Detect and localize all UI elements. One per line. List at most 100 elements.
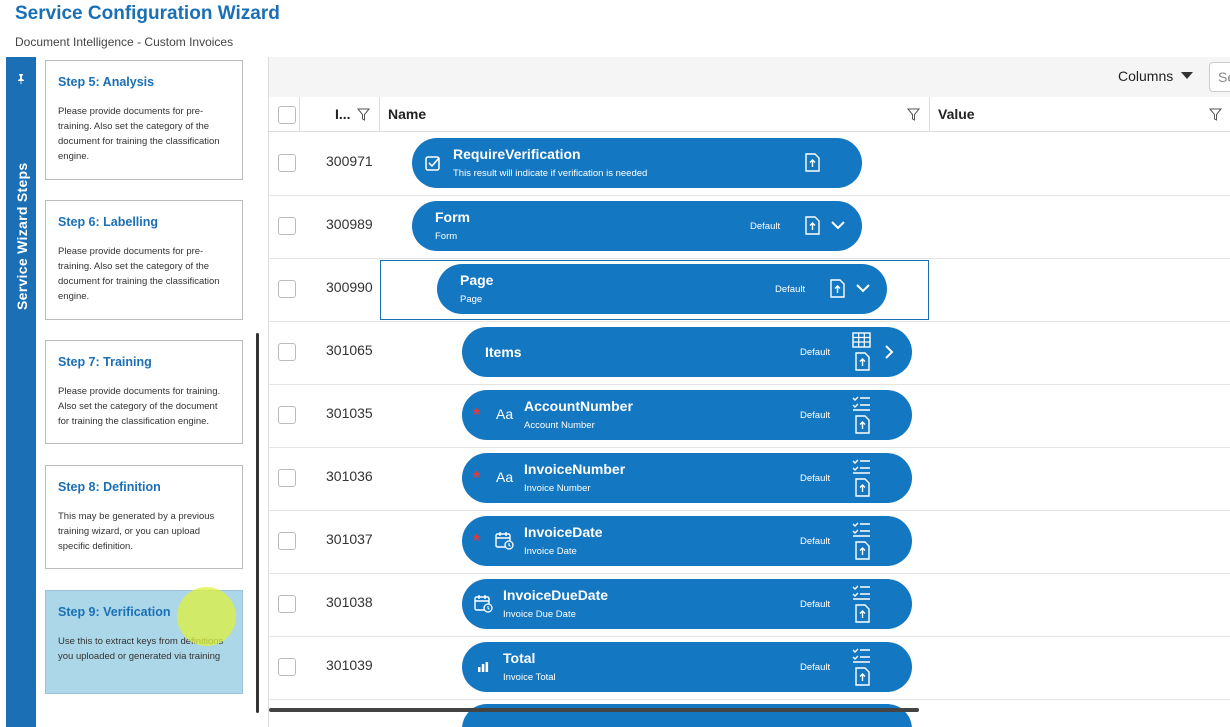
calendar-icon xyxy=(474,595,493,613)
default-label: Default xyxy=(775,284,806,295)
row-checkbox[interactable] xyxy=(278,217,296,235)
value-column-header[interactable]: Value xyxy=(938,106,975,122)
row-id: 301038 xyxy=(326,594,373,610)
upload-file-icon[interactable] xyxy=(855,604,870,623)
row-checkbox[interactable] xyxy=(278,154,296,172)
step-card-labelling[interactable]: Step 6: Labelling Please provide documen… xyxy=(45,200,243,320)
columns-button[interactable]: Columns xyxy=(1118,68,1194,84)
row-checkbox[interactable] xyxy=(278,343,296,361)
field-name: Total xyxy=(503,650,536,666)
row-id: 301036 xyxy=(326,468,373,484)
table-row[interactable]: 301065 Items Default xyxy=(269,321,1230,385)
upload-file-icon[interactable] xyxy=(805,216,820,235)
row-checkbox[interactable] xyxy=(278,280,296,298)
checklist-icon[interactable] xyxy=(852,521,871,538)
checklist-icon[interactable] xyxy=(852,647,871,664)
filter-icon[interactable] xyxy=(907,108,920,121)
step-description: Please provide documents for pre-trainin… xyxy=(58,106,220,162)
wizard-steps-tab[interactable]: Service Wizard Steps xyxy=(6,57,36,727)
chevron-down-icon[interactable] xyxy=(830,219,846,231)
filter-icon[interactable] xyxy=(1209,108,1222,121)
field-description: Invoice Number xyxy=(524,483,591,494)
filter-icon[interactable] xyxy=(357,108,370,121)
row-checkbox[interactable] xyxy=(278,469,296,487)
checklist-icon[interactable] xyxy=(852,584,871,601)
step-card-training[interactable]: Step 7: Training Please provide document… xyxy=(45,340,243,444)
field-description: Page xyxy=(460,294,483,305)
upload-file-icon[interactable] xyxy=(855,667,870,686)
table-row[interactable]: 301039 Total Invoice Total Default xyxy=(269,636,1230,700)
field-description: Account Number xyxy=(524,420,595,431)
table-row-selected[interactable]: 300990 Page Page Default xyxy=(269,258,1230,322)
field-pill[interactable]: RequireVerification This result will ind… xyxy=(412,138,862,188)
row-checkbox[interactable] xyxy=(278,406,296,424)
step-title: Step 7: Training xyxy=(58,355,152,369)
step-description: This may be generated by a previous trai… xyxy=(58,511,215,552)
field-pill[interactable]: * InvoiceDate Invoice Date Default xyxy=(462,516,912,566)
step-description: Please provide documents for training. A… xyxy=(58,386,221,427)
upload-file-icon[interactable] xyxy=(855,478,870,497)
field-pill[interactable]: Form Form Default xyxy=(412,201,862,251)
upload-file-icon[interactable] xyxy=(855,352,870,371)
caret-down-icon xyxy=(1181,72,1194,79)
name-column-header[interactable]: Name xyxy=(388,106,426,122)
chevron-right-icon[interactable] xyxy=(883,344,895,360)
pin-icon[interactable] xyxy=(15,72,27,84)
row-id: 300990 xyxy=(326,279,373,295)
search-input[interactable]: Se xyxy=(1209,62,1230,92)
steps-scrollbar[interactable] xyxy=(256,333,259,713)
row-id: 301065 xyxy=(326,342,373,358)
table-row[interactable]: 300971 RequireVerification This result w… xyxy=(269,132,1230,196)
default-label: Default xyxy=(800,347,831,358)
step-card-analysis[interactable]: Step 5: Analysis Please provide document… xyxy=(45,60,243,180)
columns-label: Columns xyxy=(1118,68,1174,84)
chevron-down-icon[interactable] xyxy=(855,282,871,294)
default-label: Default xyxy=(800,473,831,484)
wizard-subtitle: Document Intelligence - Custom Invoices xyxy=(15,35,234,49)
table-row[interactable]: 301038 InvoiceDueDate Invoice Due Date D… xyxy=(269,573,1230,637)
field-pill[interactable]: Items Default xyxy=(462,327,912,377)
row-id: 300989 xyxy=(326,216,373,232)
upload-file-icon[interactable] xyxy=(855,415,870,434)
row-id: 300971 xyxy=(326,153,373,169)
row-checkbox[interactable] xyxy=(278,532,296,550)
step-card-definition[interactable]: Step 8: Definition This may be generated… xyxy=(45,465,243,569)
row-checkbox[interactable] xyxy=(278,658,296,676)
upload-file-icon[interactable] xyxy=(855,541,870,560)
field-name: Items xyxy=(485,344,522,360)
horizontal-scrollbar[interactable] xyxy=(269,708,919,712)
checklist-icon[interactable] xyxy=(852,458,871,475)
table-row[interactable]: 301037 * InvoiceDate Invoice Date Defaul… xyxy=(269,510,1230,574)
field-name: InvoiceDueDate xyxy=(503,587,609,603)
wizard-steps-tab-label: Service Wizard Steps xyxy=(14,162,30,311)
field-pill[interactable]: * Aa InvoiceNumber Invoice Number Defaul… xyxy=(462,453,912,503)
field-name: InvoiceDate xyxy=(524,524,603,540)
text-aa-icon: Aa xyxy=(496,469,514,485)
id-column-header[interactable]: I... xyxy=(335,106,351,122)
row-id: 301039 xyxy=(326,657,373,673)
grid-toolbar: Columns Se xyxy=(269,57,1230,98)
table-row[interactable]: 301035 * Aa AccountNumber Account Number… xyxy=(269,384,1230,448)
field-name: Page xyxy=(460,272,494,288)
default-label: Default xyxy=(800,536,831,547)
default-label: Default xyxy=(800,410,831,421)
field-pill[interactable]: Total Invoice Total Default xyxy=(462,642,912,692)
select-all-checkbox[interactable] xyxy=(278,106,296,124)
field-description: Invoice Total xyxy=(503,672,556,683)
upload-file-icon[interactable] xyxy=(830,279,845,298)
field-pill[interactable]: Page Page Default xyxy=(437,264,887,314)
default-label: Default xyxy=(800,662,831,673)
row-checkbox[interactable] xyxy=(278,595,296,613)
field-pill[interactable]: InvoiceDueDate Invoice Due Date Default xyxy=(462,579,912,629)
field-description: Invoice Due Date xyxy=(503,609,576,620)
table-icon xyxy=(852,332,871,348)
calendar-icon xyxy=(495,532,514,550)
checklist-icon[interactable] xyxy=(852,395,871,412)
field-name: InvoiceNumber xyxy=(524,461,626,477)
table-row[interactable]: 301036 * Aa InvoiceNumber Invoice Number… xyxy=(269,447,1230,511)
field-pill[interactable]: * Aa AccountNumber Account Number Defaul… xyxy=(462,390,912,440)
default-label: Default xyxy=(750,221,781,232)
table-row[interactable]: 300989 Form Form Default xyxy=(269,195,1230,259)
upload-file-icon[interactable] xyxy=(805,153,820,172)
definition-grid: Columns Se I... Name Value 300971 Requir… xyxy=(268,57,1230,727)
